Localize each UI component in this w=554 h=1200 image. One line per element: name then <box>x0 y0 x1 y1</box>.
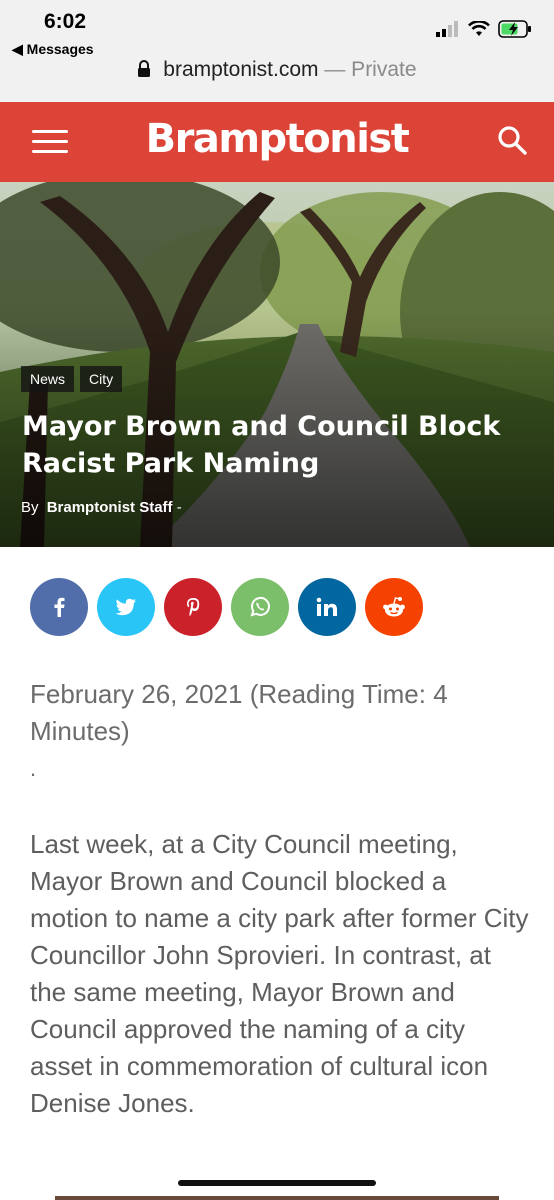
share-reddit-button[interactable] <box>365 578 423 636</box>
browser-status-area: 6:02 ◀ Messages bramptonist.com — Privat… <box>0 0 554 102</box>
byline: By Bramptonist Staff - <box>21 499 182 516</box>
article-separator: . <box>30 756 37 781</box>
address-bar[interactable]: bramptonist.com — Private <box>0 58 554 82</box>
article-date-reading-time: February 26, 2021 (Reading Time: 4 Minut… <box>30 679 448 746</box>
share-whatsapp-button[interactable] <box>231 578 289 636</box>
next-image-preview <box>55 1196 499 1200</box>
back-to-messages-link[interactable]: ◀ Messages <box>12 41 94 58</box>
pinterest-icon <box>187 598 200 617</box>
share-pinterest-button[interactable] <box>164 578 222 636</box>
reddit-icon <box>383 597 405 617</box>
tag-city[interactable]: City <box>80 366 123 392</box>
hero-image <box>0 182 554 547</box>
wifi-icon <box>468 21 490 36</box>
article-title: Mayor Brown and Council Block Racist Par… <box>22 411 501 479</box>
address-private-label: — Private <box>318 58 417 81</box>
signal-icon <box>436 21 458 37</box>
site-logo[interactable]: Bramptonist <box>0 116 554 162</box>
article-paragraph: Last week, at a City Council meeting, Ma… <box>30 829 529 1118</box>
address-domain: bramptonist.com <box>163 58 319 81</box>
status-icons <box>436 20 532 38</box>
byline-separator: - <box>176 499 182 516</box>
tag-news[interactable]: News <box>21 366 75 392</box>
share-bar <box>30 578 423 636</box>
category-tags: News City <box>21 366 123 392</box>
byline-prefix: By <box>21 499 39 516</box>
author-link[interactable]: Bramptonist Staff <box>47 499 173 516</box>
share-facebook-button[interactable] <box>30 578 88 636</box>
twitter-icon <box>115 598 136 616</box>
home-indicator[interactable] <box>178 1180 376 1186</box>
lock-icon <box>138 60 151 77</box>
linkedin-icon <box>316 597 337 616</box>
share-linkedin-button[interactable] <box>298 578 356 636</box>
status-time: 6:02 <box>44 10 87 33</box>
site-header: Bramptonist <box>0 102 554 182</box>
share-twitter-button[interactable] <box>97 578 155 636</box>
whatsapp-icon <box>250 596 270 617</box>
search-icon[interactable] <box>496 124 528 156</box>
park-path-photo <box>0 182 554 547</box>
battery-charging-icon <box>498 20 531 38</box>
facebook-icon <box>54 597 65 617</box>
